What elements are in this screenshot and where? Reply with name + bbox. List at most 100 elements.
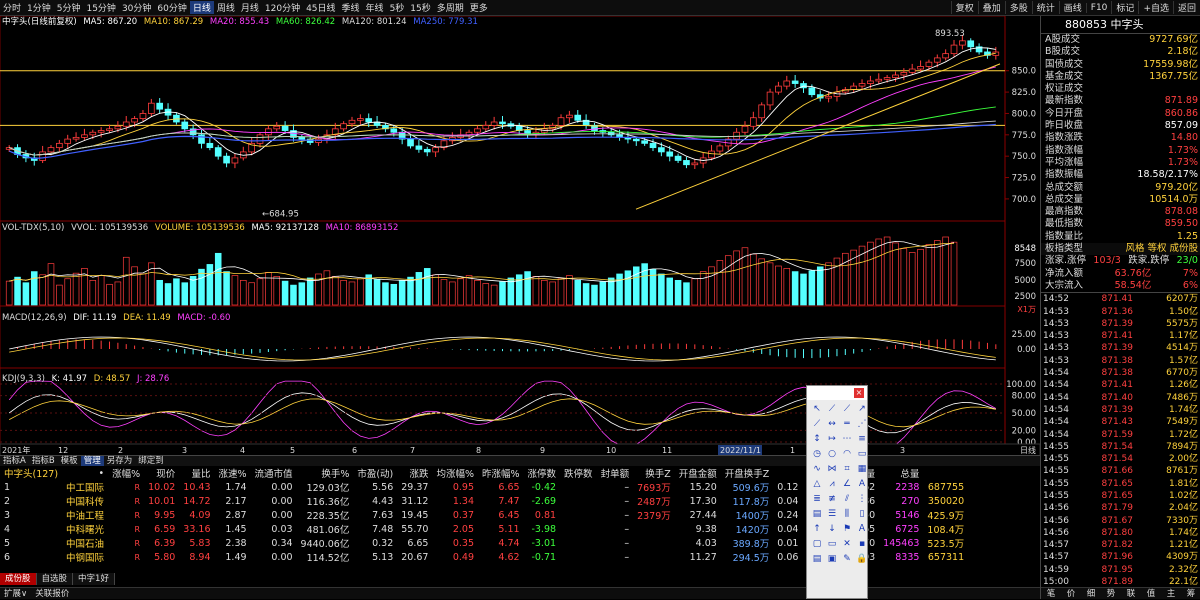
column-header-8[interactable]: 涨跌	[397, 466, 432, 480]
indicator-link-1[interactable]: 指标B	[29, 456, 58, 466]
cycle-line-tool-icon[interactable]: ⫼	[840, 507, 854, 521]
toolbar-button-3[interactable]: 统计	[1031, 1, 1059, 14]
toolbar-button-7[interactable]: +自选	[1138, 1, 1173, 14]
ruler-tool-icon[interactable]: ▤	[810, 507, 824, 521]
toolbar-button-8[interactable]: 返回	[1172, 1, 1200, 14]
grid-tool-icon[interactable]: ▦	[855, 462, 869, 476]
wave-tool-icon[interactable]: ∿	[810, 462, 824, 476]
segment-tool-icon[interactable]: ⟋	[810, 417, 824, 431]
column-header-1[interactable]: 涨幅%	[108, 466, 144, 480]
bottom-tab-2[interactable]: 中字1好	[73, 573, 115, 585]
flag-tool-icon[interactable]: ⚑	[840, 522, 854, 536]
column-header-0[interactable]: •	[62, 466, 108, 480]
period-tab-3[interactable]: 15分钟	[83, 1, 118, 14]
line-tool-icon[interactable]: ⟋	[825, 402, 839, 416]
column-header-5[interactable]: 流通市值	[251, 466, 297, 480]
close-icon[interactable]: ×	[854, 388, 864, 398]
period-tab-12[interactable]: 年线	[363, 1, 387, 14]
toolbar-button-0[interactable]: 复权	[950, 1, 978, 14]
indicator-link-5[interactable]: 绑定到	[135, 456, 167, 466]
indicator-link-3[interactable]: 管理	[80, 456, 104, 466]
column-header-13[interactable]: 封单额	[597, 466, 634, 480]
bottom-tab-1[interactable]: 自选股	[36, 573, 74, 585]
period-tab-14[interactable]: 15秒	[407, 1, 433, 14]
period-tab-1[interactable]: 1分钟	[24, 1, 54, 14]
column-header-15[interactable]: 开盘金额	[675, 466, 721, 480]
quote-tab-0[interactable]: 笔	[1041, 588, 1061, 599]
parallel-tool-icon[interactable]: ═	[840, 417, 854, 431]
column-header-17[interactable]	[773, 466, 802, 480]
bottom-tab-0[interactable]: 成份股	[0, 573, 37, 585]
period-tab-16[interactable]: 更多	[467, 1, 491, 14]
column-header-14[interactable]: 换手Z	[633, 466, 675, 480]
copy-tool-icon[interactable]: ▣	[825, 552, 839, 566]
vline-tool-icon[interactable]: ↕	[810, 432, 824, 446]
column-header-9[interactable]: 均涨幅%	[432, 466, 478, 480]
column-header-2[interactable]: 现价	[144, 466, 179, 480]
status-item-0[interactable]: 扩展∨	[0, 588, 31, 599]
multi-line-tool-icon[interactable]: ☰	[825, 507, 839, 521]
label-tool-icon[interactable]: Ａ	[855, 522, 869, 536]
column-header-4[interactable]: 涨速%	[215, 466, 251, 480]
arrow-line-tool-icon[interactable]: ↗	[855, 402, 869, 416]
quote-tab-1[interactable]: 价	[1061, 588, 1081, 599]
toolbar-button-4[interactable]: 画线	[1058, 1, 1086, 14]
period-tab-2[interactable]: 5分钟	[54, 1, 84, 14]
period-tab-9[interactable]: 120分钟	[262, 1, 303, 14]
quote-tab-4[interactable]: 联	[1121, 588, 1141, 599]
gann-tool-icon[interactable]: ⌗	[840, 462, 854, 476]
hline-tool-icon[interactable]: ↔	[825, 417, 839, 431]
column-header-16[interactable]: 开盘换手Z	[721, 466, 774, 480]
fib-ret-tool-icon[interactable]: ≣	[810, 492, 824, 506]
period-tab-8[interactable]: 月线	[238, 1, 262, 14]
up-arrow-tool-icon[interactable]: ↑	[810, 522, 824, 536]
period-tab-15[interactable]: 多周期	[434, 1, 467, 14]
speed-tool-icon[interactable]: ⫽	[840, 492, 854, 506]
fib-ext-tool-icon[interactable]: ≢	[825, 492, 839, 506]
dash-line-tool-icon[interactable]: ⋯	[840, 432, 854, 446]
column-header-3[interactable]: 量比	[179, 466, 214, 480]
quote-tab-6[interactable]: 主	[1161, 588, 1181, 599]
quote-tab-5[interactable]: 值	[1141, 588, 1161, 599]
column-header-12[interactable]: 跌停数	[560, 466, 597, 480]
circle-tool-icon[interactable]: ○	[825, 447, 839, 461]
text-tool-icon[interactable]: A	[855, 477, 869, 491]
column-header-6[interactable]: 换手%	[297, 466, 354, 480]
quote-tab-3[interactable]: 势	[1101, 588, 1121, 599]
channel-tool-icon[interactable]: ⋰	[855, 417, 869, 431]
toolbar-button-2[interactable]: 多股	[1004, 1, 1032, 14]
chart-svg[interactable]: 850.0 825.0 800.0 775.0 750.0 725.0 700.0 893.5…	[0, 15, 1041, 457]
quote-tab-2[interactable]: 细	[1081, 588, 1101, 599]
price-line-tool-icon[interactable]: ↦	[825, 432, 839, 446]
quote-tab-7[interactable]: 筹	[1181, 588, 1200, 599]
indicator-link-0[interactable]: 指标A	[0, 456, 29, 466]
brush-tool-icon[interactable]: ✎	[840, 552, 854, 566]
period-tab-13[interactable]: 5秒	[387, 1, 408, 14]
cycle-tool-icon[interactable]: ◷	[810, 447, 824, 461]
period-tab-10[interactable]: 45日线	[303, 1, 338, 14]
column-header-21[interactable]: 总量	[879, 466, 923, 480]
ray-tool-icon[interactable]: ⟋	[840, 402, 854, 416]
eraser-tool-icon[interactable]: ▪	[855, 537, 869, 551]
price-tag-tool-icon[interactable]: ▭	[825, 537, 839, 551]
triangle-tool-icon[interactable]: △	[810, 477, 824, 491]
toolbar-button-1[interactable]: 叠加	[977, 1, 1005, 14]
period-tab-5[interactable]: 60分钟	[154, 1, 189, 14]
rect-tool-icon[interactable]: ▭	[855, 447, 869, 461]
column-header-11[interactable]: 涨停数	[524, 466, 561, 480]
indicator-link-4[interactable]: 另存为	[104, 456, 136, 466]
pointer-tool-icon[interactable]: ↖	[810, 402, 824, 416]
angle-tool-icon[interactable]: ∠	[840, 477, 854, 491]
period-tab-0[interactable]: 分时	[0, 1, 24, 14]
down-arrow-tool-icon[interactable]: ↓	[825, 522, 839, 536]
board-type-value[interactable]: 风格 等权 成份股	[1125, 243, 1198, 255]
toolbar-button-5[interactable]: F10	[1085, 2, 1112, 13]
column-header-10[interactable]: 昨涨幅%	[478, 466, 524, 480]
cross-tool-icon[interactable]: ✕	[840, 537, 854, 551]
text-box-tool-icon[interactable]: ▢	[810, 537, 824, 551]
arc-tool-icon[interactable]: ◠	[840, 447, 854, 461]
column-header-7[interactable]: 市盈(动)	[353, 466, 397, 480]
toolbar-button-6[interactable]: 标记	[1111, 1, 1138, 14]
table-title[interactable]: 中字头(127)	[0, 466, 62, 480]
tri-line-tool-icon[interactable]: ⩘	[825, 477, 839, 491]
